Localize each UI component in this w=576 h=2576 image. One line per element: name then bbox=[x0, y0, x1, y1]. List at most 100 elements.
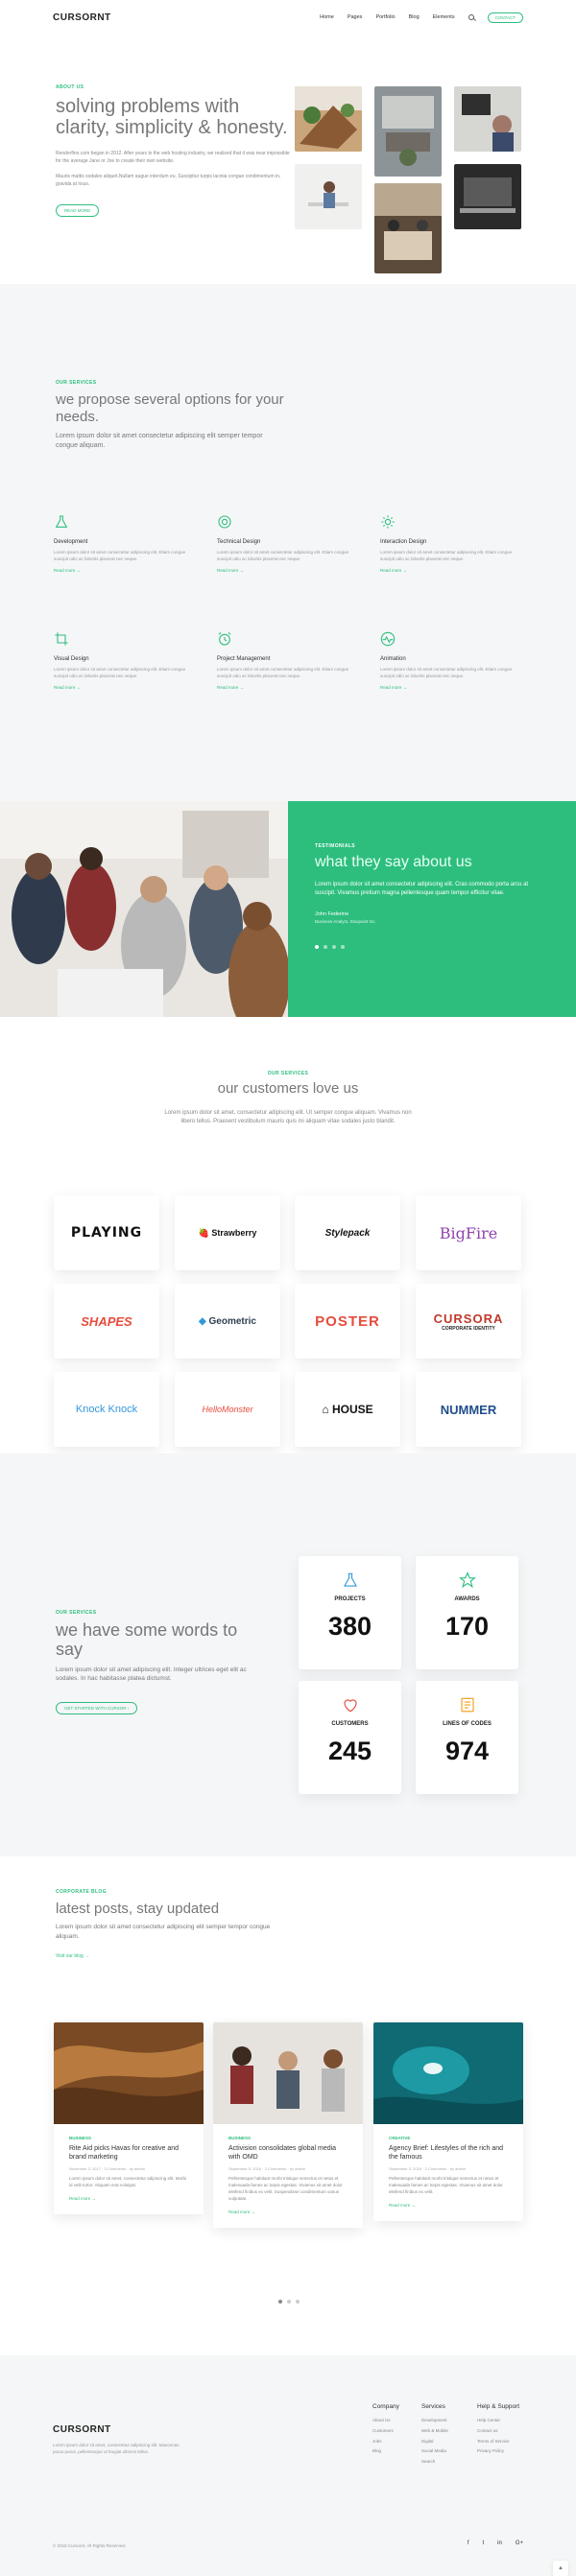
blog-post-card[interactable]: BUSINESS Activision consolidates global … bbox=[213, 2022, 363, 2228]
blog-post-card[interactable]: BUSINESS Rite Aid picks Havas for creati… bbox=[54, 2022, 204, 2214]
search-icon[interactable] bbox=[468, 14, 474, 20]
post-title[interactable]: Rite Aid picks Havas for creative and br… bbox=[69, 2144, 188, 2162]
client-logo-card[interactable]: ⌂ HOUSE bbox=[295, 1372, 400, 1447]
testimonial-title: what they say about us bbox=[315, 854, 472, 870]
pagination-dot[interactable] bbox=[296, 2300, 300, 2304]
post-meta: September 3, 2018 · 3 Comments · by admi… bbox=[389, 2165, 467, 2171]
service-read-more-link[interactable]: Read more → bbox=[54, 685, 198, 690]
service-desc: Lorem ipsum dolor sit amet consectetur a… bbox=[217, 667, 349, 679]
clients-section: OUR SERVICES our customers love us Lorem… bbox=[0, 1017, 576, 1453]
activity-icon bbox=[380, 631, 396, 647]
post-read-more-link[interactable]: Read more → bbox=[228, 2210, 348, 2214]
footer-link[interactable]: Help Center bbox=[477, 2416, 544, 2426]
client-logo-nummer: NUMMER bbox=[440, 1402, 497, 1417]
stat-card-customers: CUSTOMERS 245 bbox=[299, 1681, 401, 1794]
post-meta: September 5, 2018 · 3 Comments · by admi… bbox=[228, 2165, 306, 2171]
about-photo-worker bbox=[295, 164, 362, 229]
client-logo-card[interactable]: HelloMonster bbox=[175, 1372, 280, 1447]
service-title: Interaction Design bbox=[380, 539, 427, 545]
client-logo-card[interactable]: Stylepack bbox=[295, 1195, 400, 1270]
footer-link[interactable]: Privacy Policy bbox=[477, 2446, 544, 2457]
site-logo[interactable]: CURSORNT bbox=[53, 12, 111, 23]
client-logo-geometric-text: Geometric bbox=[208, 1315, 256, 1327]
contact-button[interactable]: CONTACT bbox=[487, 12, 523, 23]
facebook-icon[interactable]: f bbox=[468, 2541, 469, 2546]
post-title[interactable]: Activision consolidates global media wit… bbox=[228, 2144, 348, 2162]
about-read-more-button[interactable]: READ MORE bbox=[56, 204, 100, 217]
blog-section: CORPORATE BLOG latest posts, stay update… bbox=[0, 1856, 576, 2355]
blog-kicker: CORPORATE BLOG bbox=[56, 1889, 108, 1895]
client-logo-card[interactable]: SHAPES bbox=[54, 1284, 159, 1359]
service-title: Animation bbox=[380, 656, 406, 662]
nav-home[interactable]: Home bbox=[320, 14, 334, 20]
about-title: solving problems with clarity, simplicit… bbox=[56, 96, 288, 138]
footer-link[interactable]: Terms of Service bbox=[477, 2437, 544, 2447]
client-logo-card[interactable]: ◆ Geometric bbox=[175, 1284, 280, 1359]
get-started-button[interactable]: GET STARTED WITH CURSOR › bbox=[56, 1702, 138, 1715]
main-nav: Home Pages Portfolio Blog Elements CONTA… bbox=[320, 12, 523, 23]
scroll-to-top-button[interactable]: ▲ bbox=[553, 2561, 568, 2576]
post-read-more-link[interactable]: Read more → bbox=[389, 2203, 508, 2208]
about-photo-plants bbox=[295, 86, 362, 152]
social-links: f t in G+ bbox=[468, 2541, 523, 2546]
pagination-dot[interactable] bbox=[324, 945, 327, 949]
blog-title: latest posts, stay updated bbox=[56, 1901, 220, 1917]
post-category: CREATIVE bbox=[389, 2136, 411, 2140]
nav-pages[interactable]: Pages bbox=[348, 14, 363, 20]
client-logo-card[interactable]: POSTER bbox=[295, 1284, 400, 1359]
stats-section: OUR SERVICES we have some words to say L… bbox=[0, 1453, 576, 1856]
service-read-more-link[interactable]: Read more → bbox=[217, 568, 361, 573]
footer-link[interactable]: Contact us bbox=[477, 2426, 544, 2437]
about-section: ABOUT US solving problems with clarity, … bbox=[0, 35, 576, 284]
service-read-more-link[interactable]: Read more → bbox=[380, 568, 524, 573]
post-excerpt: Pellentesque habitant morbi tristique se… bbox=[389, 2175, 503, 2194]
target-icon bbox=[218, 515, 231, 529]
page: CURSORNT Home Pages Portfolio Blog Eleme… bbox=[0, 0, 576, 2576]
client-logo-hellomonster: HelloMonster bbox=[202, 1405, 253, 1414]
pagination-dot[interactable] bbox=[332, 945, 336, 949]
stat-card-awards: AWARDS 170 bbox=[416, 1556, 518, 1669]
post-category: BUSINESS bbox=[228, 2136, 252, 2140]
service-read-more-link[interactable]: Read more → bbox=[217, 685, 361, 690]
flask-icon bbox=[343, 1572, 357, 1587]
visit-blog-link[interactable]: Visit our blog → bbox=[56, 1953, 286, 1959]
alarm-icon bbox=[218, 631, 231, 646]
client-logo-strawberry: 🍓 Strawberry bbox=[198, 1227, 257, 1238]
pagination-dot[interactable] bbox=[315, 945, 319, 949]
site-header: CURSORNT Home Pages Portfolio Blog Eleme… bbox=[0, 0, 576, 35]
pagination-dot[interactable] bbox=[287, 2300, 291, 2304]
blog-post-card[interactable]: CREATIVE Agency Brief: Lifestyles of the… bbox=[373, 2022, 523, 2221]
client-logo-card[interactable]: BigFire bbox=[416, 1195, 521, 1270]
linkedin-icon[interactable]: in bbox=[497, 2541, 502, 2546]
twitter-icon[interactable]: t bbox=[482, 2541, 484, 2546]
client-logo-stylepack: Stylepack bbox=[324, 1227, 371, 1239]
service-desc: Lorem ipsum dolor sit amet consectetur a… bbox=[54, 550, 186, 562]
nav-blog[interactable]: Blog bbox=[409, 14, 420, 20]
post-meta: November 3, 2017 · 3 Comments · by admin bbox=[69, 2165, 145, 2171]
nav-portfolio[interactable]: Portfolio bbox=[375, 14, 395, 20]
options-title: we propose several options for your need… bbox=[56, 391, 284, 425]
client-logo-card[interactable]: 🍓 Strawberry bbox=[175, 1195, 280, 1270]
footer-logo[interactable]: CURSORNT bbox=[53, 2424, 111, 2435]
post-read-more-link[interactable]: Read more → bbox=[69, 2196, 188, 2201]
stat-value: 245 bbox=[327, 1737, 372, 1765]
client-logo-card[interactable]: PLAYING bbox=[54, 1195, 159, 1270]
client-logo-card[interactable]: NUMMER bbox=[416, 1372, 521, 1447]
client-logo-card[interactable]: CURSORA CORPORATE IDENTITY bbox=[416, 1284, 521, 1359]
service-title: Project Management bbox=[217, 656, 271, 662]
nav-elements[interactable]: Elements bbox=[433, 14, 455, 20]
options-lead: Lorem ipsum dolor sit amet consectetur a… bbox=[56, 433, 263, 450]
post-title[interactable]: Agency Brief: Lifestyles of the rich and… bbox=[389, 2144, 508, 2162]
pagination-dot[interactable] bbox=[278, 2300, 282, 2304]
footer-link[interactable]: Search bbox=[421, 2457, 489, 2468]
stats-lead: Lorem ipsum dolor sit amet adipiscing el… bbox=[56, 1666, 247, 1683]
service-title: Visual Design bbox=[54, 656, 89, 662]
pagination-dot[interactable] bbox=[341, 945, 345, 949]
client-logo-card[interactable]: Knock Knock bbox=[54, 1372, 159, 1447]
flask-icon bbox=[55, 515, 68, 528]
service-read-more-link[interactable]: Read more → bbox=[54, 568, 198, 573]
about-photo-office bbox=[454, 86, 521, 152]
google-plus-icon[interactable]: G+ bbox=[516, 2541, 523, 2546]
service-read-more-link[interactable]: Read more → bbox=[380, 685, 524, 690]
post-image-pool bbox=[373, 2022, 523, 2124]
